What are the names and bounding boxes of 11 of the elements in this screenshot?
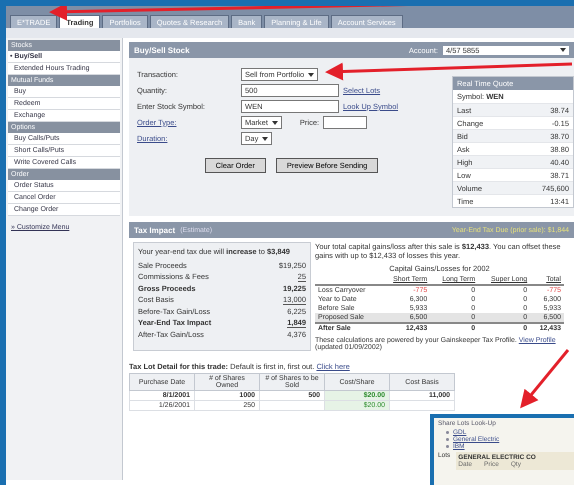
dropdown-arrow-icon <box>272 120 278 124</box>
bullet-icon <box>446 445 449 448</box>
dropdown-arrow-icon <box>560 48 566 52</box>
price-field[interactable] <box>323 116 368 129</box>
panel-title: Tax Impact <box>134 226 176 234</box>
bullet-icon <box>446 438 449 441</box>
panel-title: Buy/Sell Stock <box>134 46 190 54</box>
dropdown-arrow-icon <box>308 72 314 76</box>
annotation-arrow <box>520 349 570 408</box>
bullet-icon <box>446 431 449 434</box>
dropdown-arrow-icon <box>262 136 268 140</box>
